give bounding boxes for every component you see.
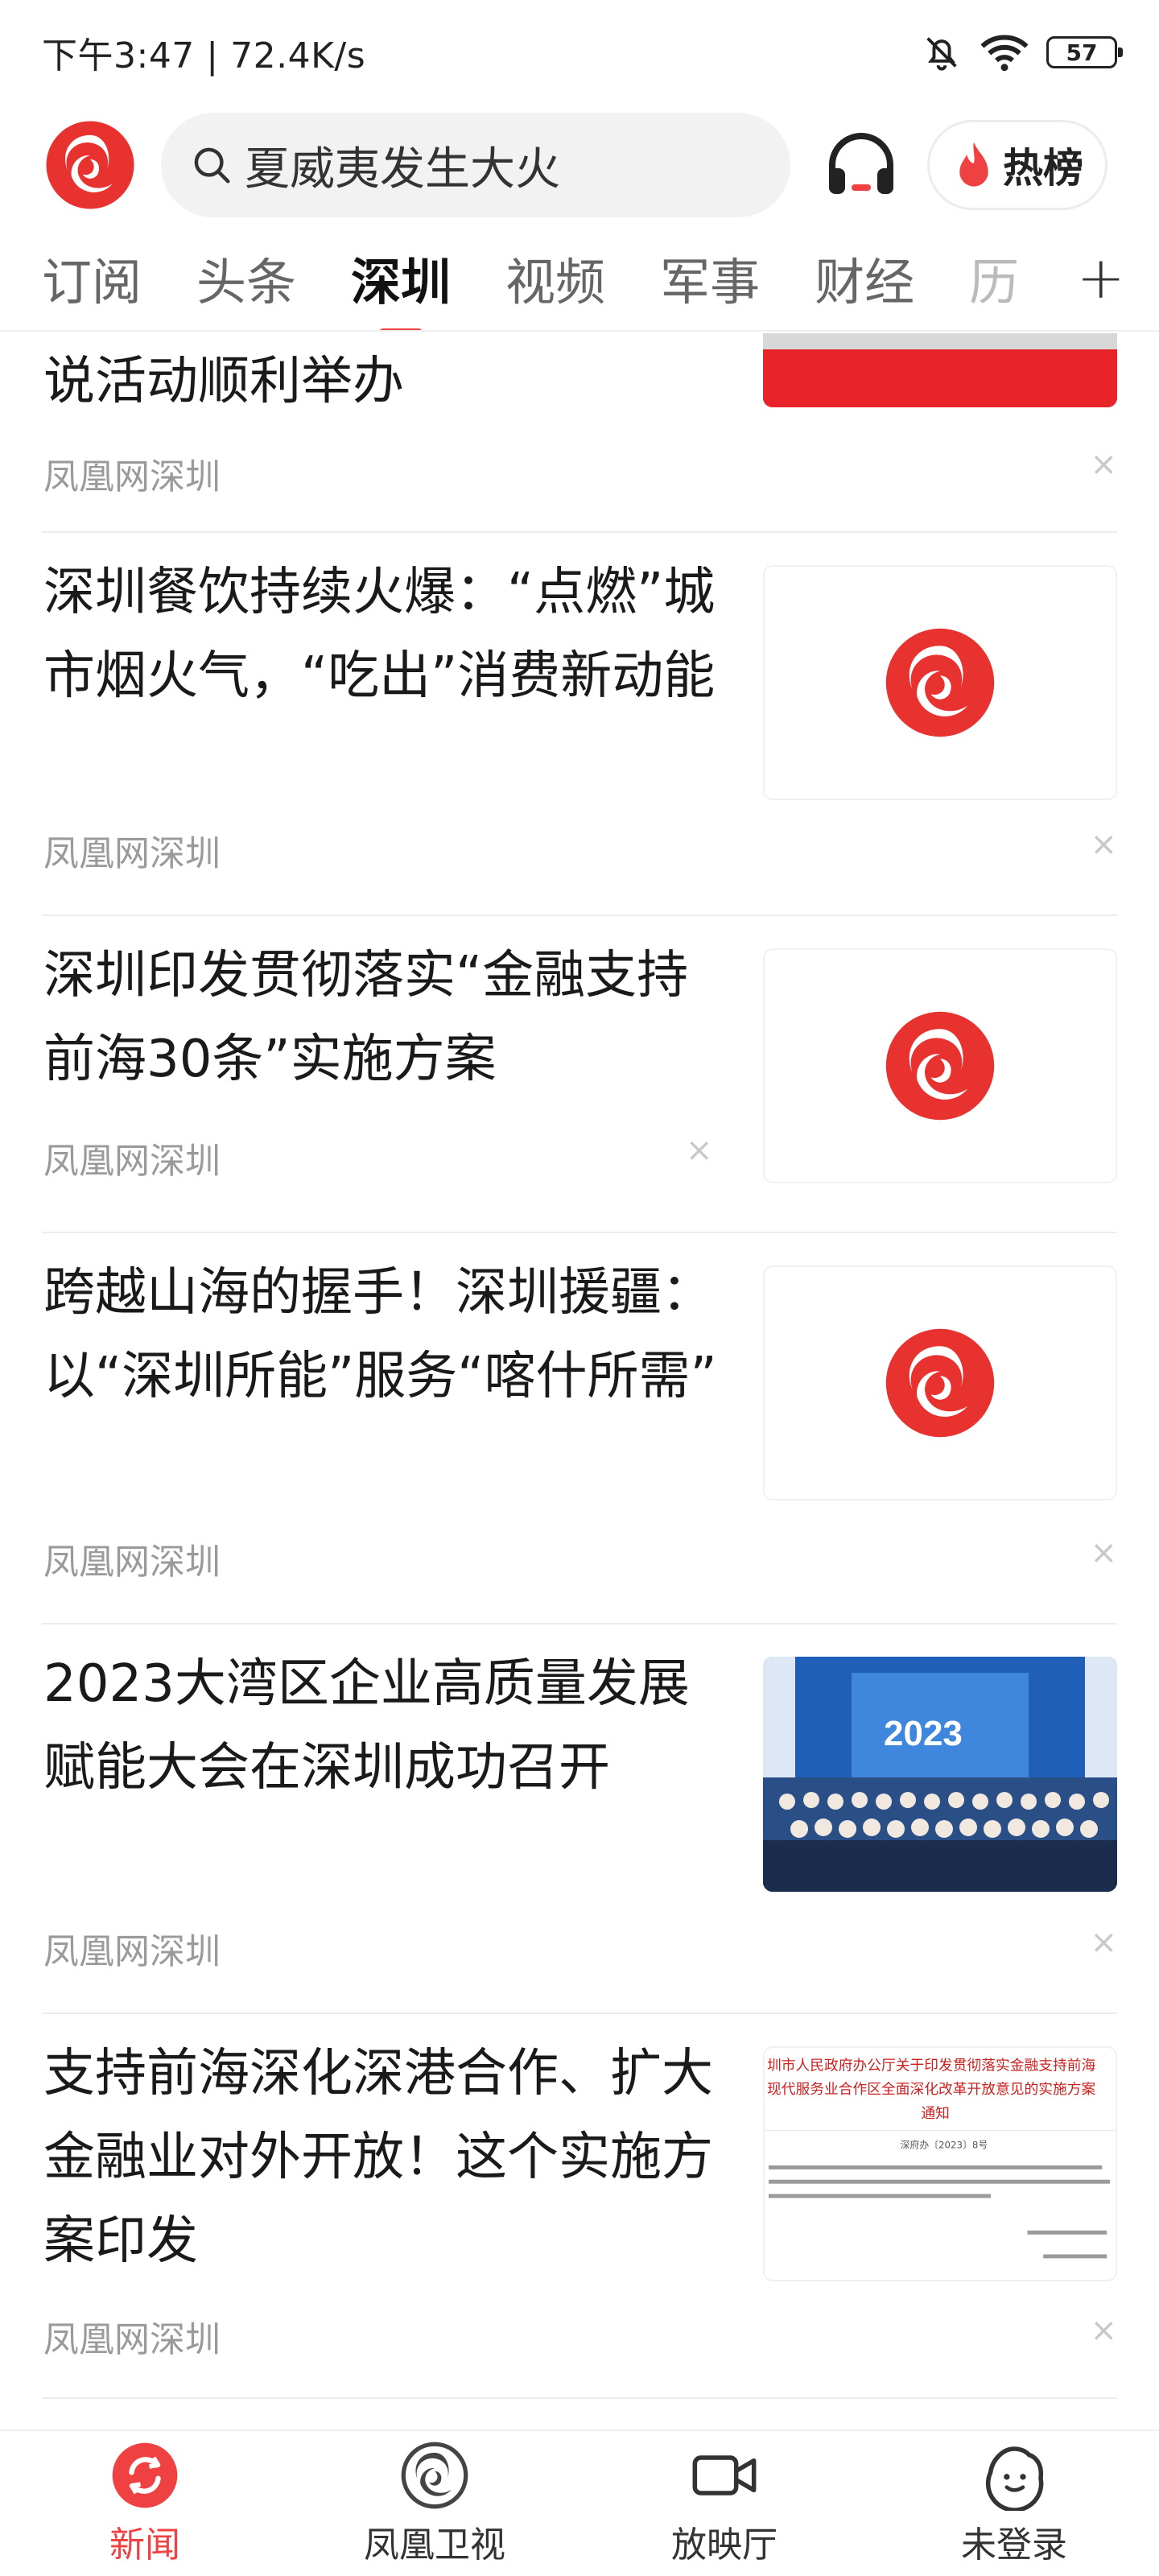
headphones-icon[interactable] bbox=[823, 126, 900, 204]
doc-title-line3: 通知 bbox=[921, 2105, 950, 2122]
battery-indicator: 57 bbox=[1046, 36, 1123, 68]
news-title[interactable]: 跨越山海的握手！深圳援疆：以“深圳所能”服务“喀什所需” bbox=[43, 1251, 728, 1418]
nav-profile-label: 未登录 bbox=[961, 2524, 1067, 2566]
tab-headlines[interactable]: 头条 bbox=[196, 242, 296, 314]
close-icon[interactable]: × bbox=[1090, 1534, 1117, 1571]
news-title[interactable]: 深圳餐饮持续火爆：“点燃”城市烟火气，“吃出”消费新动能 bbox=[43, 551, 728, 718]
news-thumbnail[interactable] bbox=[763, 333, 1117, 407]
tab-finance[interactable]: 财经 bbox=[815, 242, 914, 314]
doc-ref: 深府办〔2023〕8号 bbox=[901, 2139, 988, 2150]
phoenix-tv-icon bbox=[401, 2442, 468, 2509]
top-header: 夏威夷发生大火 热榜 bbox=[0, 105, 1159, 225]
news-source: 凤凰网深圳 bbox=[43, 2319, 221, 2360]
video-camera-icon bbox=[692, 2455, 757, 2496]
doc-title-line1: 圳市人民政府办公厅关于印发贯彻落实金融支持前海 bbox=[767, 2058, 1096, 2074]
news-source: 凤凰网深圳 bbox=[43, 1542, 221, 1583]
status-icons: 57 bbox=[921, 31, 1123, 73]
news-thumbnail[interactable] bbox=[763, 565, 1117, 800]
tabs-overflow: + bbox=[1038, 225, 1159, 330]
bottom-navigation: 新闻 凤凰卫视 放映厅 未登录 bbox=[0, 2429, 1159, 2576]
nav-news[interactable]: 新闻 bbox=[0, 2431, 290, 2576]
tab-shenzhen[interactable]: 深圳 bbox=[351, 242, 451, 314]
list-item[interactable]: 2023大湾区企业高质量发展赋能大会在深圳成功召开 凤凰网深圳 × 2023 bbox=[42, 1624, 1117, 2014]
nav-phoenix-tv[interactable]: 凤凰卫视 bbox=[290, 2431, 580, 2576]
tab-subscribe[interactable]: 订阅 bbox=[42, 242, 142, 314]
news-thumbnail[interactable]: 2023 bbox=[763, 1657, 1117, 1892]
news-source: 凤凰网深圳 bbox=[43, 456, 221, 497]
nav-news-label: 新闻 bbox=[109, 2524, 180, 2566]
news-thumbnail[interactable] bbox=[763, 948, 1117, 1183]
news-title[interactable]: 2023大湾区企业高质量发展赋能大会在深圳成功召开 bbox=[43, 1642, 728, 1810]
news-source: 凤凰网深圳 bbox=[43, 833, 221, 874]
mute-bell-icon bbox=[926, 37, 957, 71]
news-source: 凤凰网深圳 bbox=[43, 1931, 221, 1972]
list-item[interactable]: 深圳餐饮持续火爆：“点燃”城市烟火气，“吃出”消费新动能 凤凰网深圳 × bbox=[42, 533, 1117, 916]
hot-list-label: 热榜 bbox=[1003, 145, 1083, 192]
doc-title-line2: 现代服务业合作区全面深化改革开放意见的实施方案 bbox=[767, 2081, 1096, 2098]
tab-video[interactable]: 视频 bbox=[505, 242, 605, 314]
flame-icon bbox=[959, 142, 988, 187]
nav-cinema-label: 放映厅 bbox=[671, 2524, 777, 2566]
search-suggestion: 夏威夷发生大火 bbox=[245, 142, 560, 196]
add-channel-icon[interactable]: + bbox=[1077, 244, 1125, 312]
news-title[interactable]: 说活动顺利举办 bbox=[43, 340, 728, 423]
tab-military[interactable]: 军事 bbox=[660, 242, 760, 314]
user-avatar-icon bbox=[985, 2446, 1044, 2511]
tab-history[interactable]: 历 bbox=[969, 242, 1019, 314]
hot-list-button[interactable]: 热榜 bbox=[927, 120, 1107, 210]
list-item[interactable]: 支持前海深化深港合作、扩大金融业对外开放！这个实施方案印发 凤凰网深圳 × 圳市… bbox=[42, 2014, 1117, 2399]
news-thumbnail[interactable] bbox=[763, 1265, 1117, 1501]
news-source: 凤凰网深圳 bbox=[43, 1141, 221, 1182]
close-icon[interactable]: × bbox=[1090, 2312, 1117, 2349]
close-icon[interactable]: × bbox=[1090, 1924, 1117, 1961]
close-icon[interactable]: × bbox=[1090, 446, 1117, 483]
news-title[interactable]: 支持前海深化深港合作、扩大金融业对外开放！这个实施方案印发 bbox=[43, 2032, 728, 2283]
nav-cinema[interactable]: 放映厅 bbox=[580, 2431, 869, 2576]
list-item[interactable]: 跨越山海的握手！深圳援疆：以“深圳所能”服务“喀什所需” 凤凰网深圳 × bbox=[42, 1233, 1117, 1624]
nav-profile[interactable]: 未登录 bbox=[869, 2431, 1159, 2576]
banner-year: 2023 bbox=[884, 1714, 963, 1753]
search-bar[interactable]: 夏威夷发生大火 bbox=[161, 113, 790, 217]
close-icon[interactable]: × bbox=[1090, 826, 1117, 863]
battery-level: 57 bbox=[1066, 39, 1098, 66]
news-feed[interactable]: 说活动顺利举办 凤凰网深圳 × 深圳餐饮持续火爆：“点燃”城市烟火气，“吃出”消… bbox=[0, 333, 1159, 2429]
phoenix-logo-icon[interactable] bbox=[43, 118, 137, 212]
news-thumbnail[interactable]: 圳市人民政府办公厅关于印发贯彻落实金融支持前海 现代服务业合作区全面深化改革开放… bbox=[763, 2046, 1117, 2281]
wifi-icon bbox=[980, 35, 1029, 72]
news-title[interactable]: 深圳印发贯彻落实“金融支持前海30条”实施方案 bbox=[43, 934, 728, 1101]
search-icon bbox=[194, 147, 230, 184]
nav-phoenix-tv-label: 凤凰卫视 bbox=[364, 2524, 505, 2566]
channel-tabs: 订阅 头条 深圳 视频 军事 财经 历 + bbox=[0, 225, 1159, 332]
list-item[interactable]: 说活动顺利举办 凤凰网深圳 × bbox=[42, 333, 1117, 533]
news-refresh-icon bbox=[112, 2442, 178, 2508]
status-bar: 下午3:47 | 72.4K/s 57 bbox=[0, 0, 1159, 105]
close-icon[interactable]: × bbox=[686, 1132, 713, 1169]
list-item[interactable]: 深圳印发贯彻落实“金融支持前海30条”实施方案 凤凰网深圳 × bbox=[42, 916, 1117, 1233]
status-time-speed: 下午3:47 | 72.4K/s bbox=[42, 35, 366, 76]
